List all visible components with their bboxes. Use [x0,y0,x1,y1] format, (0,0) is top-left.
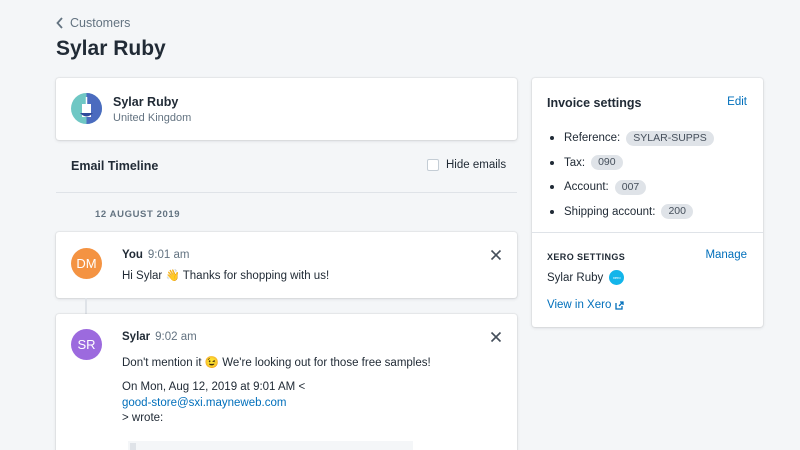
hide-emails-toggle[interactable]: Hide emails [427,159,506,171]
setting-value-badge: 090 [591,155,623,171]
setting-label: Reference: [564,132,621,145]
avatar: SR [71,329,102,360]
message-body: Don't mention it 😉 We're looking out for… [122,357,431,369]
view-in-xero-link[interactable]: View in Xero [547,299,625,311]
message-sender: Sylar [122,331,151,343]
quote-line: > wrote: [122,412,164,424]
customer-card: Sylar Ruby United Kingdom [56,78,517,140]
quote-line: On Mon, Aug 12, 2019 at 9:01 AM < [122,381,306,393]
customer-logo-icon [71,93,102,124]
xero-contact: Sylar Ruby xero [547,270,625,285]
setting-value-badge: 200 [661,204,693,220]
timeline-date: 12 AUGUST 2019 [95,209,181,220]
list-item: Shipping account: 200 [550,200,714,225]
message-time: 9:02 am [155,331,197,343]
timeline-message: SR Sylar 9:02 am Don't mention it 😉 We're… [56,314,517,450]
setting-value-badge: 007 [614,179,647,195]
close-icon[interactable] [490,249,502,261]
hide-emails-checkbox[interactable] [427,159,439,171]
customer-name: Sylar Ruby [113,95,179,109]
list-item: Reference: SYLAR-SUPPS [550,126,714,151]
quoted-content-image [128,441,413,450]
chevron-left-icon [56,17,63,29]
setting-label: Shipping account: [564,205,656,218]
view-in-xero-label: View in Xero [547,299,612,311]
timeline-connector [85,298,87,314]
timeline-message: DM You 9:01 am Hi Sylar 👋 Thanks for shop… [56,232,517,298]
avatar: DM [71,248,102,279]
customer-country: United Kingdom [113,112,192,124]
message-time: 9:01 am [147,249,190,261]
invoice-settings-card: Invoice settings Edit Reference: SYLAR-SU… [532,78,763,327]
divider [532,232,763,233]
divider [56,192,517,193]
timeline-title: Email Timeline [71,159,159,173]
invoice-settings-title: Invoice settings [547,96,642,110]
xero-logo-icon: xero [609,270,625,285]
xero-settings-heading: XERO SETTINGS [547,252,626,262]
breadcrumb[interactable]: Customers [56,16,130,30]
message-body: Hi Sylar 👋 Thanks for shopping with us! [122,270,330,282]
page-title: Sylar Ruby [56,37,166,60]
quote-email-link[interactable]: good-store@sxi.mayneweb.com [122,397,286,409]
xero-contact-name: Sylar Ruby [547,271,604,284]
edit-link[interactable]: Edit [727,96,747,108]
invoice-settings-list: Reference: SYLAR-SUPPS Tax: 090 Account: 00… [550,126,714,224]
setting-label: Account: [564,181,609,194]
list-item: Tax: 090 [550,151,714,176]
manage-link[interactable]: Manage [705,249,747,261]
external-link-icon [615,300,625,310]
breadcrumb-label: Customers [70,16,131,30]
setting-label: Tax: [564,156,586,169]
message-sender: You [122,249,143,261]
close-icon[interactable] [490,331,502,343]
message-header: You 9:01 am [122,249,189,261]
setting-value-badge: SYLAR-SUPPS [626,130,714,146]
hide-emails-label: Hide emails [446,159,507,171]
message-header: Sylar 9:02 am [122,331,197,343]
message-quote: On Mon, Aug 12, 2019 at 9:01 AM < good-s… [122,380,305,427]
list-item: Account: 007 [550,175,714,200]
